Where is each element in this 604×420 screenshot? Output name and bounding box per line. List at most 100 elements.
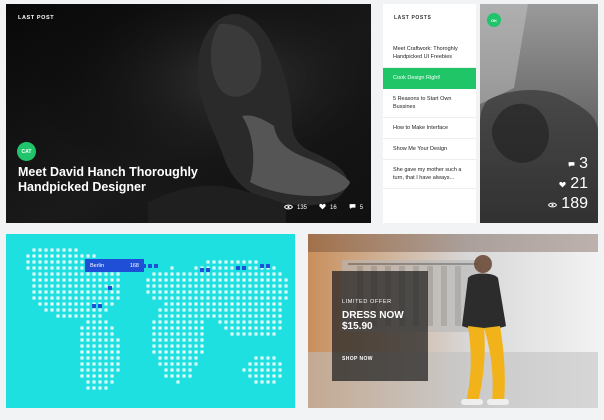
map-dot — [110, 338, 114, 342]
likes-stat[interactable]: 16 — [319, 203, 337, 212]
last-post-item[interactable]: Show Me Your Design — [383, 139, 476, 160]
map-dot — [266, 278, 270, 282]
map-dot — [74, 248, 78, 252]
map-dot — [56, 272, 60, 276]
map-dot — [284, 290, 288, 294]
map-dot — [224, 326, 228, 330]
last-post-item[interactable]: Meet Craftwork: Thoroghly Handpicked UI … — [383, 39, 476, 68]
last-post-item[interactable]: Cook Design Right! — [383, 68, 476, 89]
photo-likes-stat[interactable]: 21 — [548, 174, 588, 194]
map-dot — [200, 350, 204, 354]
map-dot — [92, 314, 96, 318]
map-dot — [218, 260, 222, 264]
map-dot — [278, 284, 282, 288]
map-dot — [254, 296, 258, 300]
last-post-item[interactable]: She gave my mother such a turn, that I h… — [383, 160, 476, 189]
map-dot — [200, 290, 204, 294]
map-dot — [92, 374, 96, 378]
photo-card[interactable]: OK 3 21 189 — [480, 4, 598, 223]
world-map-card[interactable]: Berlin 168 — [6, 234, 295, 408]
map-dot — [200, 308, 204, 312]
map-dot — [110, 332, 114, 336]
map-dot — [236, 290, 240, 294]
map-dot — [164, 302, 168, 306]
map-dot — [98, 314, 102, 318]
map-dot — [182, 296, 186, 300]
map-dot — [182, 350, 186, 354]
map-dot — [272, 284, 276, 288]
map-dot — [62, 254, 66, 258]
map-dot — [278, 296, 282, 300]
category-badge[interactable]: CAT — [17, 142, 36, 161]
map-dot — [56, 296, 60, 300]
map-dot — [110, 326, 114, 330]
map-dot — [116, 368, 120, 372]
map-dot — [92, 386, 96, 390]
map-dot — [44, 266, 48, 270]
map-dot — [98, 320, 102, 324]
map-dot — [200, 344, 204, 348]
map-dot — [98, 284, 102, 288]
map-dot — [182, 290, 186, 294]
map-dot — [188, 356, 192, 360]
photo-views-count: 189 — [561, 195, 588, 212]
map-dot — [278, 320, 282, 324]
map-dot — [236, 296, 240, 300]
map-dot — [254, 278, 258, 282]
map-dot — [206, 314, 210, 318]
map-dot — [230, 260, 234, 264]
map-dot — [254, 266, 258, 270]
map-dot — [74, 290, 78, 294]
map-dot — [272, 302, 276, 306]
comments-stat[interactable]: 5 — [349, 203, 363, 212]
map-dot — [74, 278, 78, 282]
map-dot — [200, 338, 204, 342]
map-dot — [254, 374, 258, 378]
hero-title[interactable]: Meet David Hanch Thoroughly Handpicked D… — [18, 165, 218, 195]
map-dot — [200, 278, 204, 282]
map-dot — [86, 272, 90, 276]
last-post-item[interactable]: 5 Reasons to Start Own Bussines — [383, 89, 476, 118]
map-pin-label[interactable]: Berlin 168 — [85, 259, 144, 272]
map-dot — [248, 374, 252, 378]
map-dot — [218, 266, 222, 270]
map-dot — [164, 368, 168, 372]
map-dot — [68, 278, 72, 282]
shop-now-link[interactable]: SHOP NOW — [342, 356, 373, 362]
photo-comments-stat[interactable]: 3 — [548, 154, 588, 174]
map-dot — [278, 308, 282, 312]
map-dot — [212, 314, 216, 318]
map-dot — [260, 356, 264, 360]
map-dot — [230, 314, 234, 318]
last-post-item[interactable]: How to Make Interface — [383, 118, 476, 139]
map-dot — [176, 350, 180, 354]
map-dot — [92, 254, 96, 258]
map-dot — [194, 266, 198, 270]
map-dot — [272, 296, 276, 300]
map-dot — [164, 326, 168, 330]
map-dot — [254, 326, 258, 330]
map-dot — [176, 362, 180, 366]
last-posts-title: LAST POSTS — [394, 15, 432, 21]
map-dot — [212, 296, 216, 300]
map-dot — [236, 260, 240, 264]
map-dot — [146, 290, 150, 294]
map-dot — [44, 284, 48, 288]
map-dot — [260, 308, 264, 312]
map-dot — [176, 308, 180, 312]
map-dot — [266, 368, 270, 372]
map-dot — [200, 302, 204, 306]
map-dot — [248, 332, 252, 336]
map-dot — [254, 332, 258, 336]
map-dot — [92, 272, 96, 276]
map-dot — [254, 272, 258, 276]
map-dot — [266, 380, 270, 384]
map-dot — [104, 332, 108, 336]
map-dot — [86, 302, 90, 306]
map-dot — [188, 350, 192, 354]
ok-badge[interactable]: OK — [487, 13, 501, 27]
map-dot — [194, 296, 198, 300]
promo-card[interactable]: LIMITED OFFER DRESS NOW $15.90 SHOP NOW — [308, 234, 598, 408]
last-post-card[interactable]: LAST POST CAT Meet David Hanch Thoroughl… — [6, 4, 371, 223]
map-dot — [56, 290, 60, 294]
